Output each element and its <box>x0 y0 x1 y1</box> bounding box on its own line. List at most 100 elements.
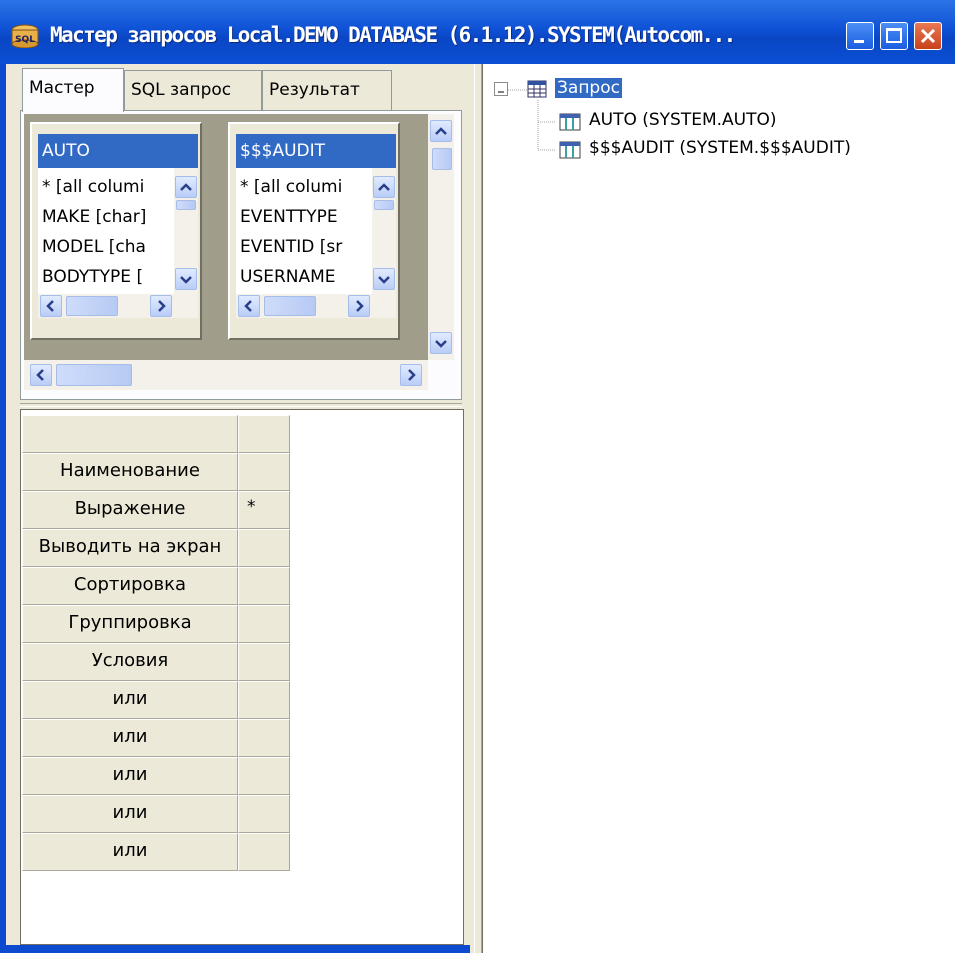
window-title: Мастер запросов Local.DEMO DATABASE (6.1… <box>50 23 736 47</box>
grid-cell[interactable] <box>238 415 290 453</box>
maximize-icon <box>886 28 902 43</box>
table-box-auto[interactable]: AUTO * [all columi MAKE [char] MODEL [ch… <box>30 122 202 340</box>
tree-root-label[interactable]: Запрос <box>555 78 622 98</box>
scroll-up-button[interactable] <box>373 176 395 198</box>
grid-row-header: или <box>22 757 238 795</box>
tab-sql-query[interactable]: SQL запрос <box>124 70 262 110</box>
minimize-button[interactable] <box>846 22 874 50</box>
grid-row-header: или <box>22 795 238 833</box>
query-tree[interactable]: Запрос AUTO (SYSTEM.AUTO) $$$AUDIT (SYST… <box>482 64 955 953</box>
chevron-left-icon <box>36 369 44 381</box>
scroll-up-button[interactable] <box>430 120 452 142</box>
grid-cell[interactable] <box>238 643 290 681</box>
grid-row-header: или <box>22 681 238 719</box>
scroll-down-button[interactable] <box>430 332 452 354</box>
chevron-right-icon <box>356 300 364 312</box>
scroll-left-button[interactable] <box>30 364 52 386</box>
query-icon <box>527 78 549 100</box>
grid-cell[interactable]: * <box>238 491 290 529</box>
column-item[interactable]: * [all columi <box>42 172 144 202</box>
chevron-up-icon <box>180 183 192 191</box>
column-item[interactable]: USERNAME <box>240 262 336 292</box>
column-item[interactable]: BODYTYPE [ <box>42 262 143 292</box>
scroll-up-button[interactable] <box>175 176 197 198</box>
minimize-icon <box>854 40 864 43</box>
grid-row-header: Сортировка <box>22 567 238 605</box>
column-item[interactable]: EVENTTYPE <box>240 202 338 232</box>
grid-row-header: или <box>22 719 238 757</box>
horizontal-scrollbar[interactable] <box>236 294 396 318</box>
scroll-thumb[interactable] <box>264 296 316 316</box>
table-icon <box>559 112 581 132</box>
grid-cell[interactable] <box>238 795 290 833</box>
scroll-thumb[interactable] <box>432 148 452 170</box>
canvas-vertical-scrollbar[interactable] <box>428 114 454 360</box>
grid-row-header: Группировка <box>22 605 238 643</box>
column-item[interactable]: MODEL [cha <box>42 232 146 262</box>
chevron-left-icon <box>46 300 54 312</box>
scroll-right-button[interactable] <box>348 295 370 317</box>
scroll-right-button[interactable] <box>150 295 172 317</box>
svg-text:SQL: SQL <box>15 35 35 45</box>
chevron-down-icon <box>435 340 447 348</box>
table-title[interactable]: AUTO <box>38 134 198 168</box>
table-title[interactable]: $$$AUDIT <box>236 134 396 168</box>
scroll-down-button[interactable] <box>175 268 197 290</box>
vertical-scrollbar[interactable] <box>372 168 396 294</box>
chevron-up-icon <box>378 183 390 191</box>
grid-cell[interactable] <box>238 757 290 795</box>
vertical-scrollbar[interactable] <box>174 168 198 294</box>
minus-icon <box>498 91 504 93</box>
grid-cell[interactable] <box>238 681 290 719</box>
grid-cell[interactable] <box>238 605 290 643</box>
canvas-horizontal-scrollbar[interactable] <box>24 360 428 390</box>
tab-result[interactable]: Результат <box>262 70 392 110</box>
collapse-toggle[interactable] <box>494 82 508 96</box>
grid-row-header: Наименование <box>22 453 238 491</box>
grid-row-header: Условия <box>22 643 238 681</box>
grid-cell[interactable] <box>238 719 290 757</box>
column-item[interactable]: * [all columi <box>240 172 342 202</box>
chevron-right-icon <box>408 369 416 381</box>
scroll-thumb[interactable] <box>176 200 196 210</box>
grid-cell[interactable] <box>238 567 290 605</box>
column-list[interactable]: * [all columi MAKE [char] MODEL [cha BOD… <box>38 168 198 318</box>
scroll-right-button[interactable] <box>400 364 422 386</box>
vertical-splitter[interactable] <box>474 64 482 953</box>
chevron-right-icon <box>158 300 166 312</box>
grid-cell[interactable] <box>238 453 290 491</box>
chevron-down-icon <box>378 276 390 284</box>
grid-row-header <box>22 415 238 453</box>
close-icon <box>920 28 936 44</box>
title-bar: SQL Мастер запросов Local.DEMO DATABASE … <box>0 0 955 64</box>
chevron-left-icon <box>244 300 252 312</box>
column-item[interactable]: EVENTID [sr <box>240 232 342 262</box>
scroll-down-button[interactable] <box>373 268 395 290</box>
horizontal-scrollbar[interactable] <box>38 294 198 318</box>
chevron-down-icon <box>180 276 192 284</box>
scroll-left-button[interactable] <box>238 295 260 317</box>
scroll-thumb[interactable] <box>374 200 394 210</box>
maximize-button[interactable] <box>880 22 908 50</box>
table-icon <box>559 140 581 160</box>
grid-cell[interactable] <box>238 833 290 871</box>
grid-row-header: или <box>22 833 238 871</box>
grid-row-header: Выражение <box>22 491 238 529</box>
tab-master[interactable]: Мастер <box>22 68 124 112</box>
column-item[interactable]: MAKE [char] <box>42 202 146 232</box>
scroll-thumb[interactable] <box>56 364 132 386</box>
grid-row-header: Выводить на экран <box>22 529 238 567</box>
tree-item-auto[interactable]: AUTO (SYSTEM.AUTO) <box>589 110 777 130</box>
window-frame-bottom <box>0 945 470 953</box>
grid-cell[interactable] <box>238 529 290 567</box>
scroll-left-button[interactable] <box>40 295 62 317</box>
tree-item-audit[interactable]: $$$AUDIT (SYSTEM.$$$AUDIT) <box>589 138 851 158</box>
close-button[interactable] <box>914 22 942 50</box>
chevron-up-icon <box>435 127 447 135</box>
horizontal-splitter[interactable] <box>20 403 462 407</box>
scroll-thumb[interactable] <box>66 296 118 316</box>
table-box-audit[interactable]: $$$AUDIT * [all columi EVENTTYPE EVENTID… <box>228 122 400 340</box>
tree-root[interactable]: Запрос <box>555 78 622 98</box>
column-list[interactable]: * [all columi EVENTTYPE EVENTID [sr USER… <box>236 168 396 318</box>
sql-app-icon: SQL <box>10 24 40 49</box>
